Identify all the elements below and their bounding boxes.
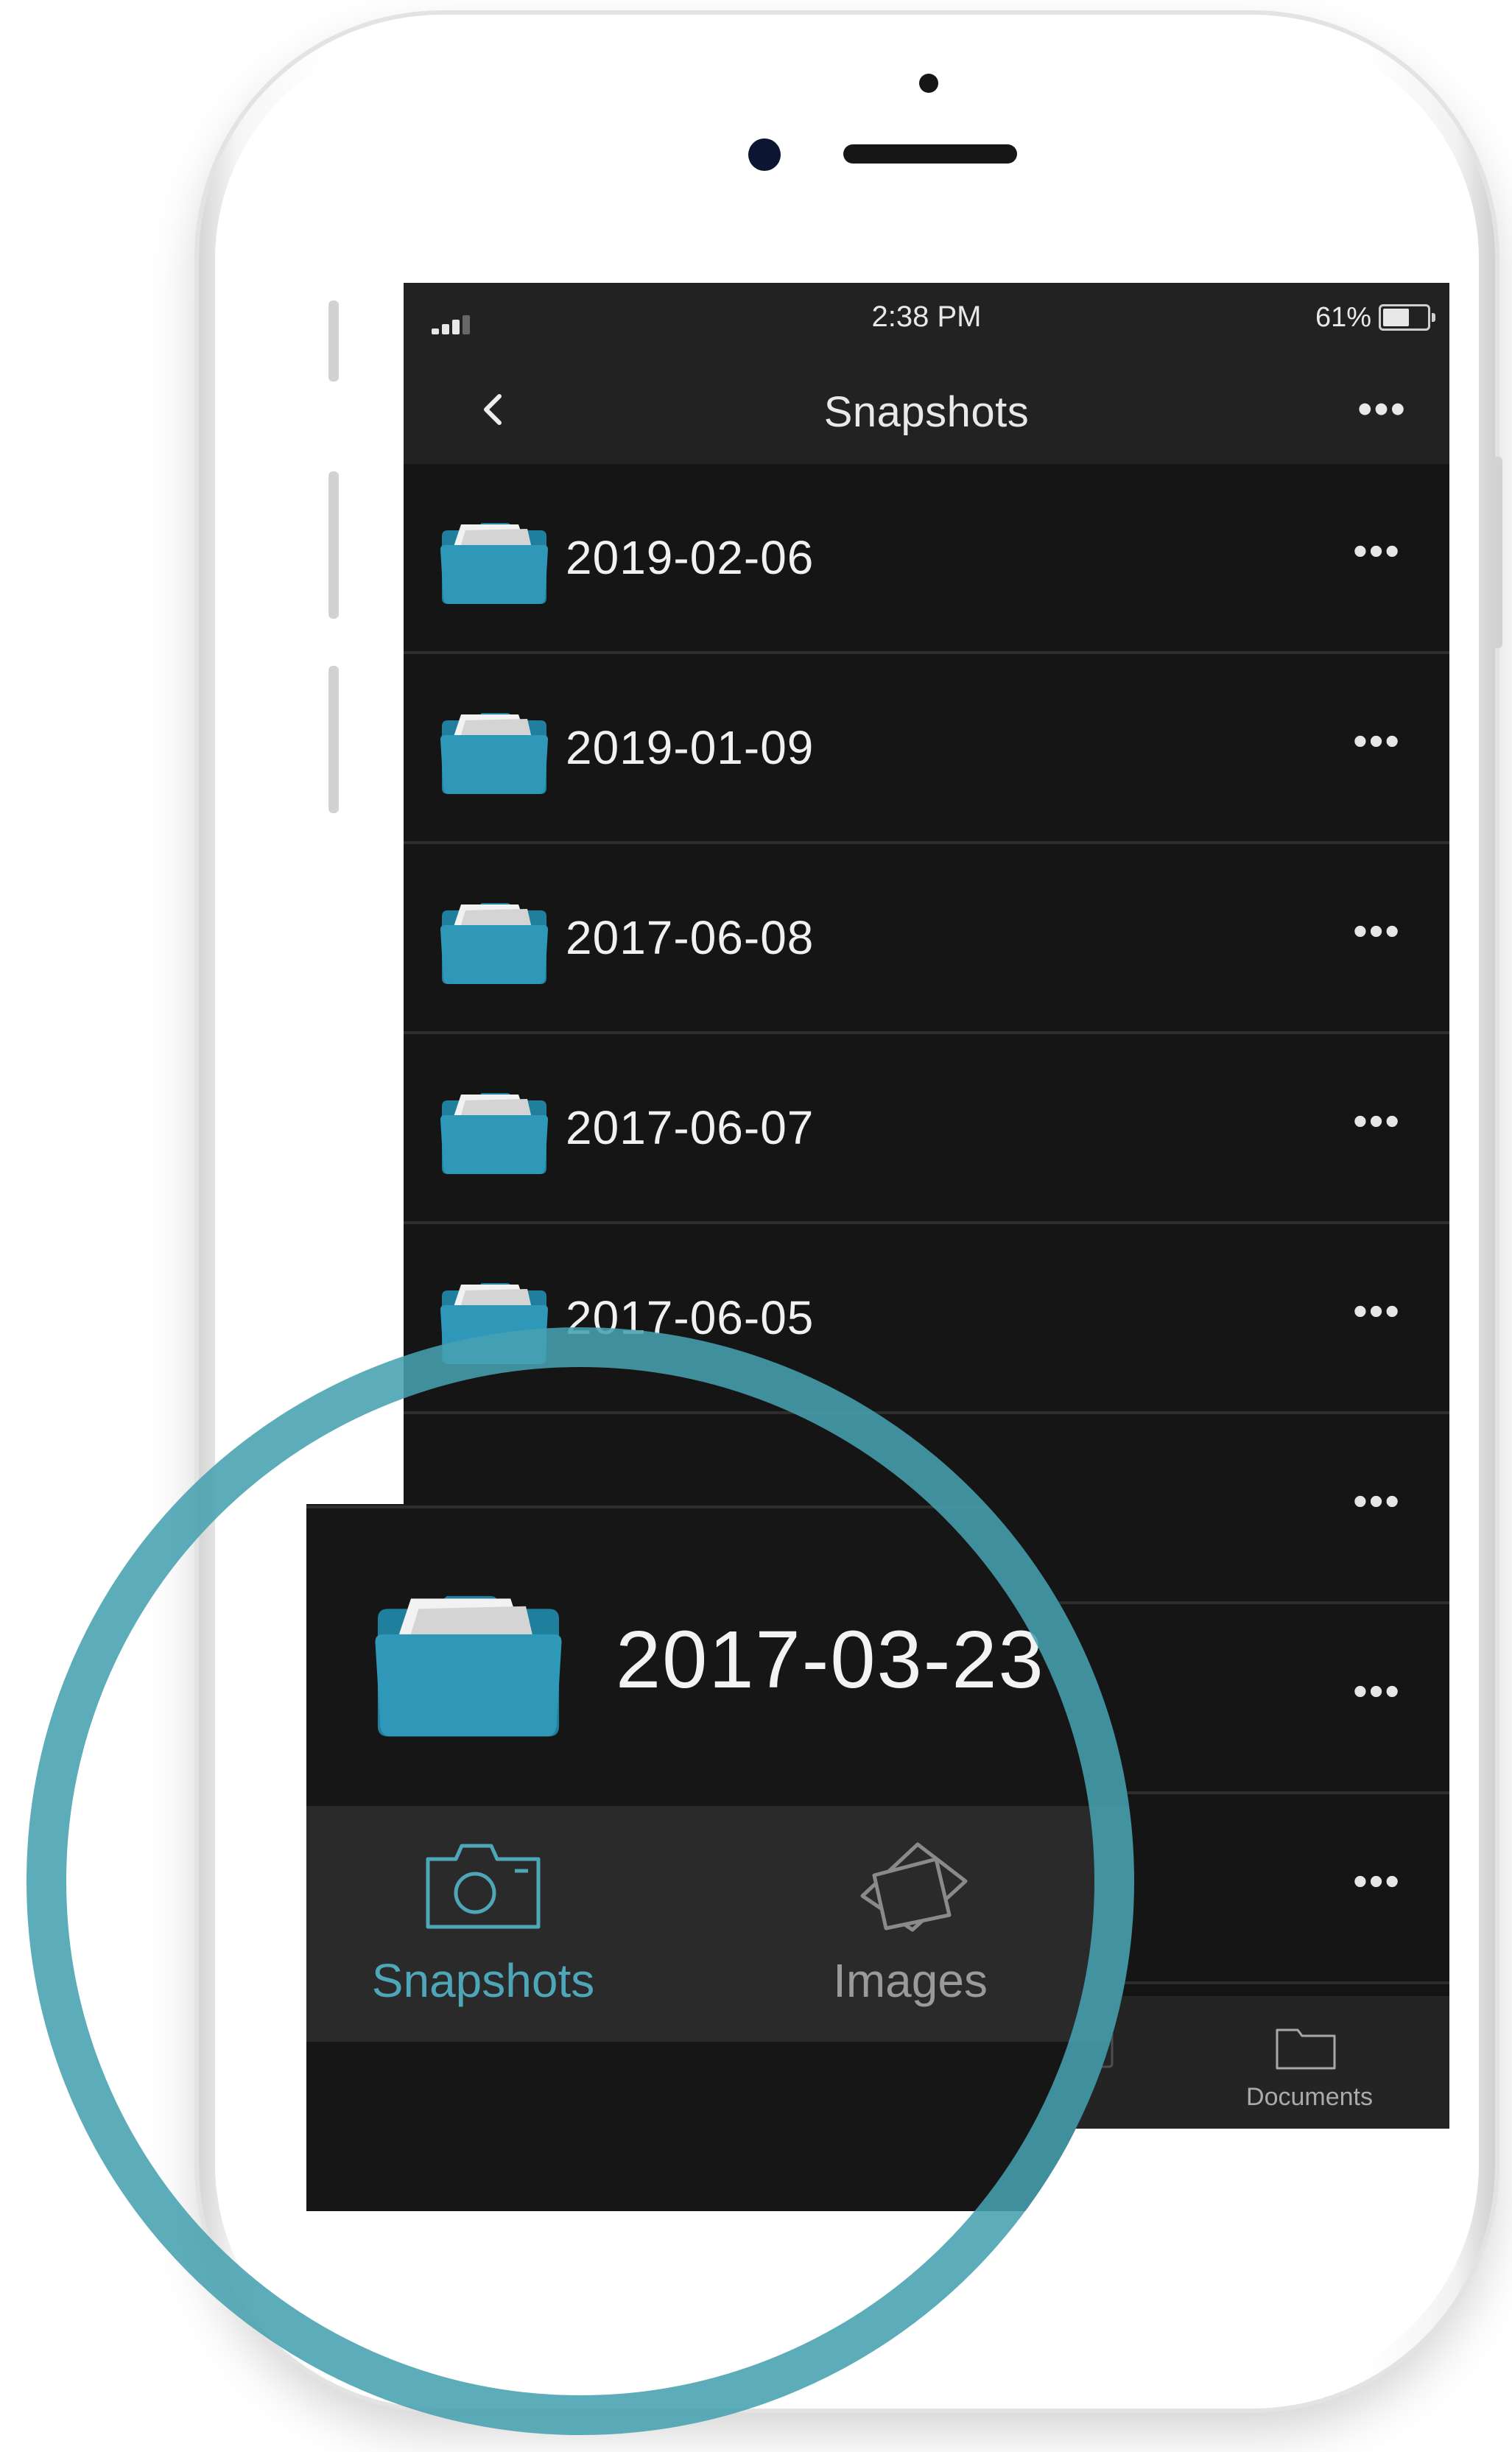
- battery-fill: [1383, 309, 1409, 326]
- battery-indicator: 61%: [1315, 299, 1435, 336]
- ellipsis-icon[interactable]: •••: [1353, 1671, 1401, 1712]
- status-time: 2:38 PM: [871, 301, 982, 333]
- ellipsis-icon[interactable]: •••: [1353, 530, 1401, 572]
- folder-outline-icon[interactable]: [1273, 2021, 1339, 2073]
- folder-row[interactable]: 2017-06-07 •••: [404, 1034, 1449, 1224]
- silent-switch: [328, 301, 339, 382]
- battery-percent: 61%: [1315, 301, 1371, 333]
- folder-name: 2017-06-08: [566, 911, 815, 964]
- status-bar: 2:38 PM 61%: [404, 283, 1449, 354]
- folder-icon: [439, 707, 549, 795]
- ellipsis-icon[interactable]: •••: [1353, 1100, 1401, 1142]
- ellipsis-icon[interactable]: •••: [1353, 1290, 1401, 1332]
- folder-row[interactable]: 2017-06-08 •••: [404, 844, 1449, 1034]
- volume-up-button: [328, 471, 339, 619]
- page-title: Snapshots: [823, 388, 1030, 436]
- folder-name: 2017-06-07: [566, 1101, 815, 1154]
- folder-icon: [439, 1087, 549, 1176]
- ellipsis-icon[interactable]: •••: [1353, 1861, 1401, 1902]
- front-camera: [748, 138, 781, 171]
- volume-down-button: [328, 666, 339, 813]
- earpiece-speaker: [843, 144, 1017, 164]
- stage: 2:38 PM 61% Snapshots ••• 2019-02-06 ••• 2…: [0, 0, 1512, 2452]
- tab-documents[interactable]: Documents: [1228, 2083, 1390, 2112]
- magnifier-ring: [27, 1327, 1134, 2435]
- ellipsis-icon[interactable]: •••: [1357, 388, 1407, 431]
- power-button: [1492, 457, 1502, 648]
- folder-row[interactable]: 2019-01-09 •••: [404, 654, 1449, 844]
- nav-bar: Snapshots •••: [404, 354, 1449, 464]
- battery-tip: [1432, 313, 1435, 322]
- folder-icon: [439, 517, 549, 605]
- ellipsis-icon[interactable]: •••: [1353, 720, 1401, 762]
- folder-icon: [439, 897, 549, 986]
- ellipsis-icon[interactable]: •••: [1353, 910, 1401, 952]
- proximity-sensor: [919, 74, 938, 93]
- folder-row[interactable]: 2019-02-06 •••: [404, 464, 1449, 654]
- folder-name: 2019-01-09: [566, 721, 815, 774]
- folder-name: 2019-02-06: [566, 531, 815, 584]
- battery-icon: [1379, 304, 1435, 331]
- ellipsis-icon[interactable]: •••: [1353, 1480, 1401, 1522]
